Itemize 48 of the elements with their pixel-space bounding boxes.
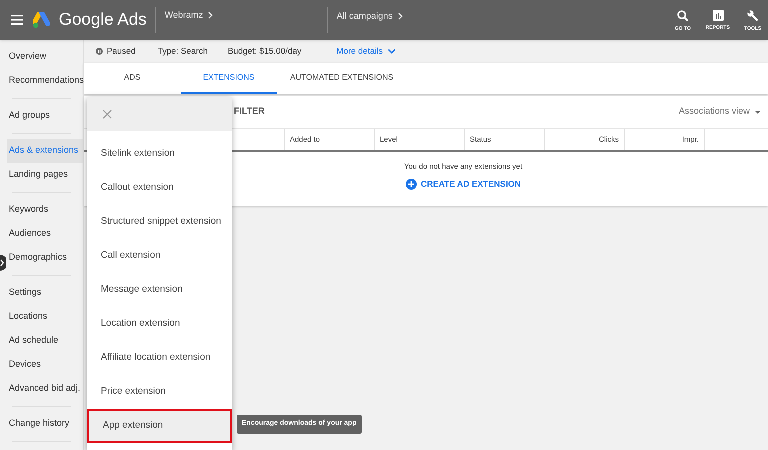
menu-item[interactable]: Call extension <box>87 239 232 273</box>
plus-circle-icon <box>406 179 417 190</box>
menu-item[interactable]: Structured snippet extension <box>87 205 232 239</box>
filter-button[interactable]: FILTER <box>234 105 265 119</box>
paused-icon <box>96 48 103 55</box>
sidebar-item[interactable]: Ads & extensions <box>7 139 83 163</box>
wrench-icon <box>747 10 759 22</box>
sidebar-item[interactable]: Overview <box>7 45 83 69</box>
campaign-selector[interactable]: All campaigns <box>336 10 393 24</box>
app-name: Google Ads <box>59 9 147 32</box>
menu-item[interactable]: Location extension <box>87 307 232 341</box>
chevron-down-icon <box>388 49 396 54</box>
sidebar-item[interactable]: Recommendations <box>7 69 83 93</box>
menu-item[interactable]: Affiliate location extension <box>87 341 232 375</box>
menu-item[interactable]: Sitelink extension <box>87 137 232 171</box>
menu-item[interactable]: Price extension <box>87 375 232 409</box>
tab[interactable]: AUTOMATED EXTENSIONS <box>277 63 407 94</box>
sidebar-item[interactable]: Ad groups <box>7 104 83 128</box>
sidebar-item[interactable]: Ad schedule <box>7 329 83 353</box>
menu-item[interactable]: Message extension <box>87 273 232 307</box>
sidebar-item[interactable]: Settings <box>7 281 83 305</box>
menu-icon[interactable] <box>11 15 23 25</box>
chevron-right-icon <box>398 13 403 20</box>
more-details-link[interactable]: More details <box>336 45 396 58</box>
sidebar-item[interactable]: Audiences <box>7 222 83 246</box>
sidebar-item[interactable]: Landing pages <box>7 163 83 187</box>
sidebar-item[interactable]: Devices <box>7 353 83 377</box>
collapse-handle-icon[interactable] <box>0 255 6 271</box>
view-selector[interactable]: Associations view <box>678 105 761 119</box>
bar-chart-icon <box>712 10 724 21</box>
campaign-status: Paused <box>107 45 136 58</box>
sidebar-item[interactable]: Change history <box>7 412 83 436</box>
search-icon <box>677 10 689 22</box>
account-name[interactable]: Webramz <box>164 9 204 22</box>
sidebar-item[interactable]: Locations <box>7 305 83 329</box>
sidebar-item[interactable]: Keywords <box>7 198 83 222</box>
create-extension-button[interactable]: CREATE AD EXTENSION <box>406 178 522 191</box>
campaign-budget: Budget: $15.00/day <box>228 45 302 58</box>
tab[interactable]: EXTENSIONS <box>181 63 277 94</box>
tab[interactable]: ADS <box>84 63 181 94</box>
sidebar-item[interactable]: Demographics <box>7 246 83 270</box>
chevron-right-icon <box>208 12 214 20</box>
menu-item[interactable]: Callout extension <box>87 171 232 205</box>
dropdown-arrow-icon <box>755 110 761 114</box>
logo-icon <box>33 12 52 28</box>
campaign-type: Type: Search <box>158 45 208 58</box>
menu-item[interactable]: App extension <box>87 409 232 443</box>
sidebar-item[interactable]: Advanced bid adj. <box>7 377 83 401</box>
